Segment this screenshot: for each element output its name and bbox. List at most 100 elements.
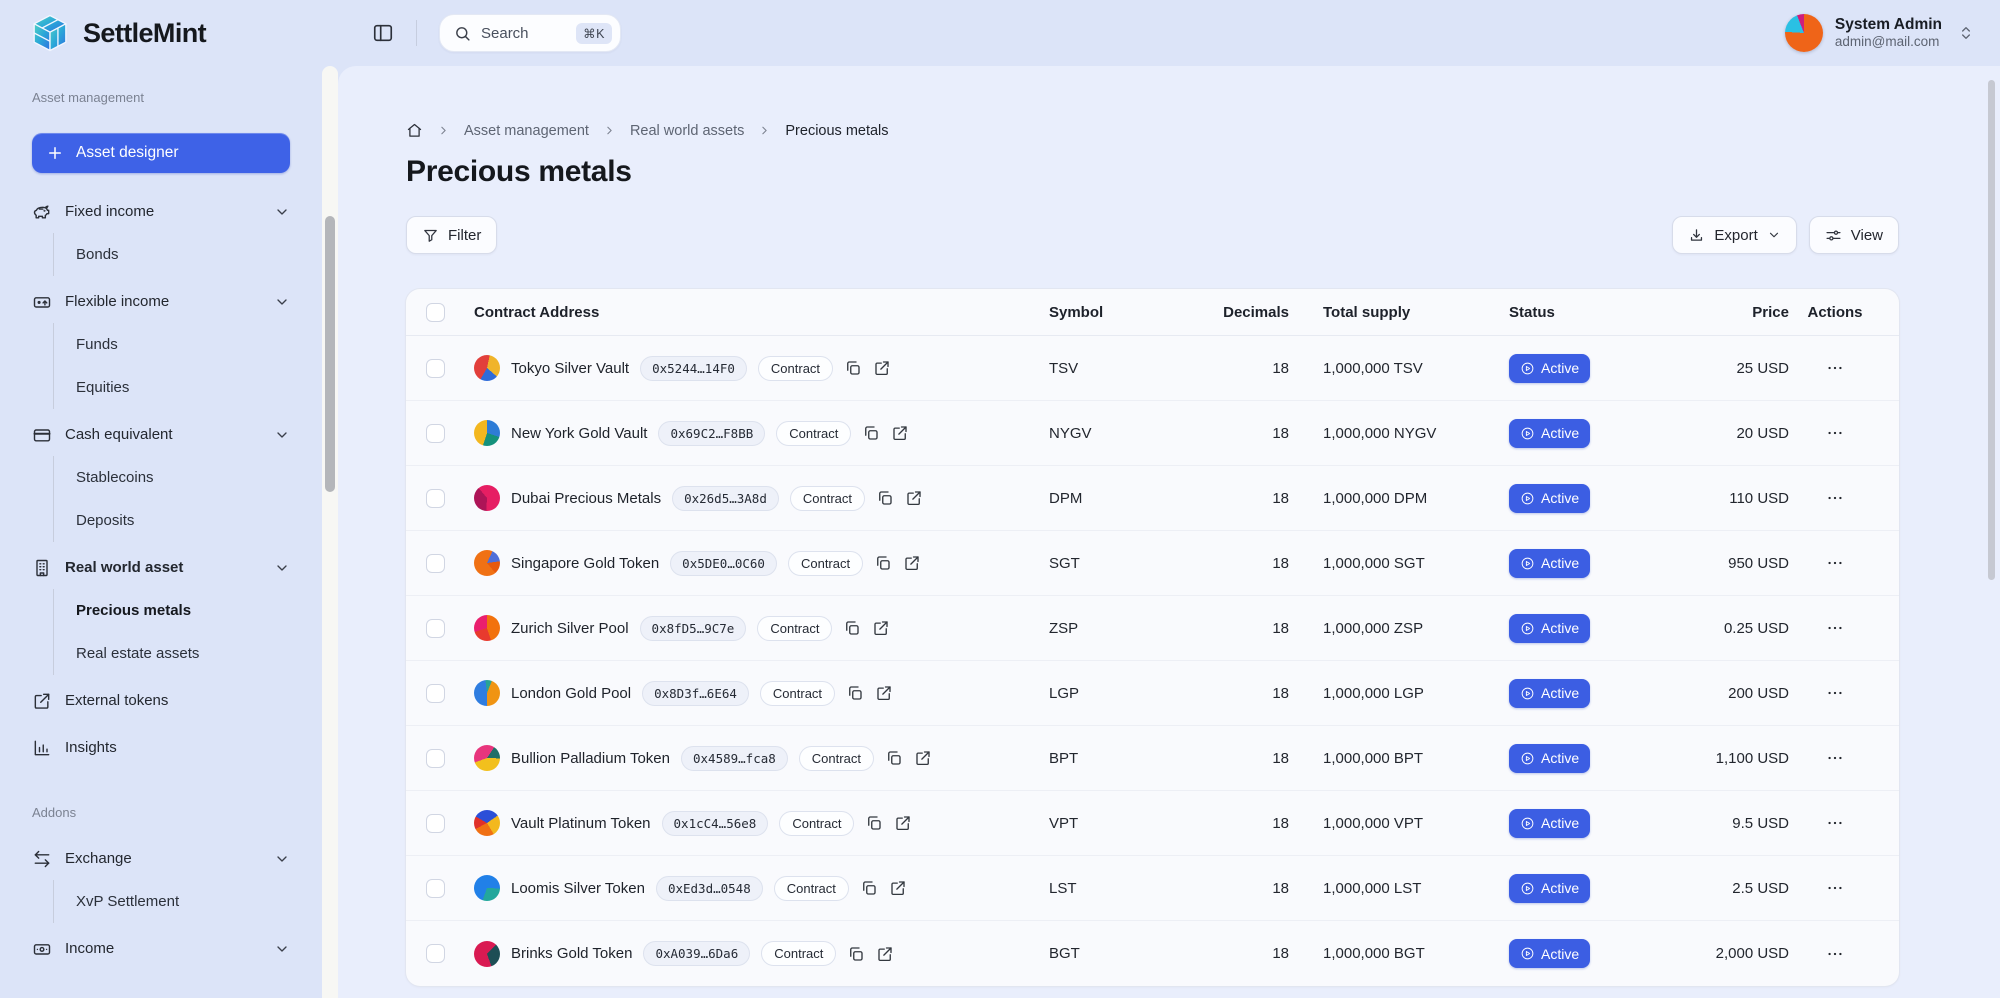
contract-address-pill[interactable]: 0x5244…14F0 [640,356,747,381]
row-checkbox[interactable] [426,814,445,833]
total-supply-cell: 1,000,000 SGT [1289,555,1509,572]
open-explorer-button[interactable] [914,749,932,767]
contract-address-pill[interactable]: 0x5DE0…0C60 [670,551,777,576]
copy-address-button[interactable] [885,749,903,767]
contract-address-pill[interactable]: 0x8D3f…6E64 [642,681,749,706]
contract-badge: Contract [776,421,851,446]
open-explorer-button[interactable] [875,684,893,702]
row-checkbox[interactable] [426,554,445,573]
sidebar-item-xvp-settlement[interactable]: XvP Settlement [76,880,290,923]
open-explorer-button[interactable] [889,879,907,897]
sidebar-item-cash-equivalent[interactable]: Cash equivalent [32,413,290,456]
sidebar-toggle-icon[interactable] [372,22,394,44]
search-input[interactable]: Search ⌘K [439,14,621,52]
copy-address-button[interactable] [844,359,862,377]
token-name: Brinks Gold Token [511,945,632,962]
column-header-decimals[interactable]: Decimals [1199,304,1289,321]
sidebar-item-equities[interactable]: Equities [76,366,290,409]
row-checkbox[interactable] [426,944,445,963]
sidebar-item-income[interactable]: Income [32,927,290,970]
copy-address-button[interactable] [876,489,894,507]
sidebar-section-label: Asset management [32,90,290,105]
export-button[interactable]: Export [1672,216,1796,254]
open-explorer-button[interactable] [891,424,909,442]
sidebar-item-fixed-income[interactable]: Fixed income [32,190,290,233]
row-checkbox[interactable] [426,684,445,703]
open-explorer-button[interactable] [905,489,923,507]
status-cell: Active [1509,874,1679,903]
row-actions-button[interactable] [1821,484,1849,512]
sidebar-item-external-tokens[interactable]: External tokens [32,679,290,722]
open-explorer-button[interactable] [873,359,891,377]
select-all-checkbox[interactable] [426,303,445,322]
sidebar-item-real-estate-assets[interactable]: Real estate assets [76,632,290,675]
copy-address-button[interactable] [874,554,892,572]
bar-chart-icon [32,738,52,758]
row-actions-button[interactable] [1821,614,1849,642]
open-explorer-button[interactable] [872,619,890,637]
breadcrumb-item-asset-management[interactable]: Asset management [464,123,589,139]
row-actions-button[interactable] [1821,744,1849,772]
column-header-price[interactable]: Price [1679,304,1789,321]
open-explorer-button[interactable] [903,554,921,572]
symbol-cell: VPT [1049,815,1199,832]
sidebar-item-real-world-asset[interactable]: Real world asset [32,546,290,589]
main-scrollbar-thumb[interactable] [1988,80,1995,580]
contract-address-pill[interactable]: 0x26d5…3A8d [672,486,779,511]
open-explorer-button[interactable] [894,814,912,832]
contract-address-pill[interactable]: 0xEd3d…0548 [656,876,763,901]
status-badge: Active [1509,874,1590,903]
row-checkbox[interactable] [426,879,445,898]
sidebar-item-deposits[interactable]: Deposits [76,499,290,542]
copy-address-button[interactable] [860,879,878,897]
column-header-status[interactable]: Status [1509,304,1679,321]
column-header-symbol[interactable]: Symbol [1049,304,1199,321]
breadcrumb-item-real-world-assets[interactable]: Real world assets [630,123,744,139]
row-actions-button[interactable] [1821,874,1849,902]
decimals-cell: 18 [1199,620,1289,637]
sidebar-item-insights[interactable]: Insights [32,726,290,769]
open-explorer-button[interactable] [876,945,894,963]
total-supply-cell: 1,000,000 BGT [1289,945,1509,962]
row-checkbox[interactable] [426,424,445,443]
copy-address-button[interactable] [847,945,865,963]
sidebar-item-exchange[interactable]: Exchange [32,837,290,880]
contract-address-pill[interactable]: 0x69C2…F8BB [658,421,765,446]
row-checkbox[interactable] [426,359,445,378]
sidebar-scrollbar-thumb[interactable] [325,216,335,492]
row-actions-button[interactable] [1821,940,1849,968]
view-button[interactable]: View [1809,216,1899,254]
contract-address-pill[interactable]: 0x1cC4…56e8 [662,811,769,836]
sidebar-item-funds[interactable]: Funds [76,323,290,366]
asset-designer-button[interactable]: Asset designer [32,133,290,173]
row-actions-button[interactable] [1821,809,1849,837]
copy-address-button[interactable] [862,424,880,442]
home-icon[interactable] [406,122,423,139]
filter-button[interactable]: Filter [406,216,497,254]
row-actions-button[interactable] [1821,354,1849,382]
sidebar-item-flexible-income[interactable]: Flexible income [32,280,290,323]
sidebar-item-precious-metals[interactable]: Precious metals [76,589,290,632]
row-actions-button[interactable] [1821,549,1849,577]
user-menu[interactable]: System Admin admin@mail.com [1785,14,1974,52]
row-actions-button[interactable] [1821,419,1849,447]
symbol-cell: LST [1049,880,1199,897]
row-checkbox[interactable] [426,749,445,768]
brand-logo[interactable]: SettleMint [30,13,338,53]
contract-address-pill[interactable]: 0x8fD5…9C7e [640,616,747,641]
sidebar-item-bonds[interactable]: Bonds [76,233,290,276]
contract-address-pill[interactable]: 0xA039…6Da6 [643,941,750,966]
row-checkbox[interactable] [426,489,445,508]
copy-address-button[interactable] [846,684,864,702]
sidebar-scrollbar[interactable] [322,66,338,998]
contract-address-pill[interactable]: 0x4589…fca8 [681,746,788,771]
copy-address-button[interactable] [843,619,861,637]
token-avatar [474,550,500,576]
row-checkbox[interactable] [426,619,445,638]
column-header-total-supply[interactable]: Total supply [1289,304,1509,321]
row-actions-button[interactable] [1821,679,1849,707]
sidebar-item-stablecoins[interactable]: Stablecoins [76,456,290,499]
copy-address-button[interactable] [865,814,883,832]
column-header-contract-address[interactable]: Contract Address [474,304,1049,321]
breadcrumb: Asset managementReal world assetsPreciou… [406,122,2000,139]
